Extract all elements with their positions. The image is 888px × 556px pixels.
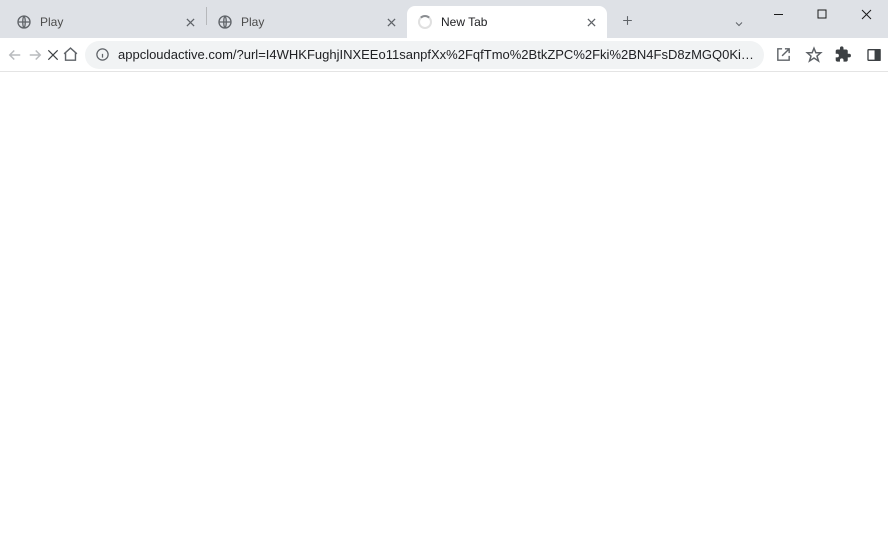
url-text: appcloudactive.com/?url=I4WHKFughjINXEEo… bbox=[118, 47, 754, 62]
home-button[interactable] bbox=[62, 41, 79, 69]
tab-title: New Tab bbox=[441, 15, 583, 29]
tab-title: Play bbox=[40, 15, 182, 29]
new-tab-button[interactable] bbox=[613, 6, 641, 34]
window-controls bbox=[756, 0, 888, 38]
tab-play-2[interactable]: Play bbox=[207, 6, 407, 38]
toolbar: appcloudactive.com/?url=I4WHKFughjINXEEo… bbox=[0, 38, 888, 72]
window-close-button[interactable] bbox=[844, 0, 888, 28]
stop-loading-button[interactable] bbox=[46, 41, 60, 69]
side-panel-button[interactable] bbox=[860, 41, 888, 69]
globe-icon bbox=[217, 14, 233, 30]
address-bar[interactable]: appcloudactive.com/?url=I4WHKFughjINXEEo… bbox=[85, 41, 764, 69]
maximize-button[interactable] bbox=[800, 0, 844, 28]
titlebar: Play Play New Tab bbox=[0, 0, 888, 38]
globe-icon bbox=[16, 14, 32, 30]
tab-search-button[interactable] bbox=[722, 10, 756, 38]
site-info-icon[interactable] bbox=[95, 47, 110, 62]
toolbar-right bbox=[770, 41, 888, 69]
minimize-button[interactable] bbox=[756, 0, 800, 28]
bookmark-button[interactable] bbox=[800, 41, 828, 69]
tab-play-1[interactable]: Play bbox=[6, 6, 206, 38]
share-button[interactable] bbox=[770, 41, 798, 69]
loading-spinner-icon bbox=[417, 14, 433, 30]
extensions-button[interactable] bbox=[830, 41, 858, 69]
close-tab-button[interactable] bbox=[182, 14, 198, 30]
tab-title: Play bbox=[241, 15, 383, 29]
forward-button[interactable] bbox=[26, 41, 44, 69]
back-button[interactable] bbox=[6, 41, 24, 69]
close-tab-button[interactable] bbox=[383, 14, 399, 30]
tab-new-tab[interactable]: New Tab bbox=[407, 6, 607, 38]
close-tab-button[interactable] bbox=[583, 14, 599, 30]
tab-strip: Play Play New Tab bbox=[0, 0, 722, 38]
page-content bbox=[0, 72, 888, 556]
